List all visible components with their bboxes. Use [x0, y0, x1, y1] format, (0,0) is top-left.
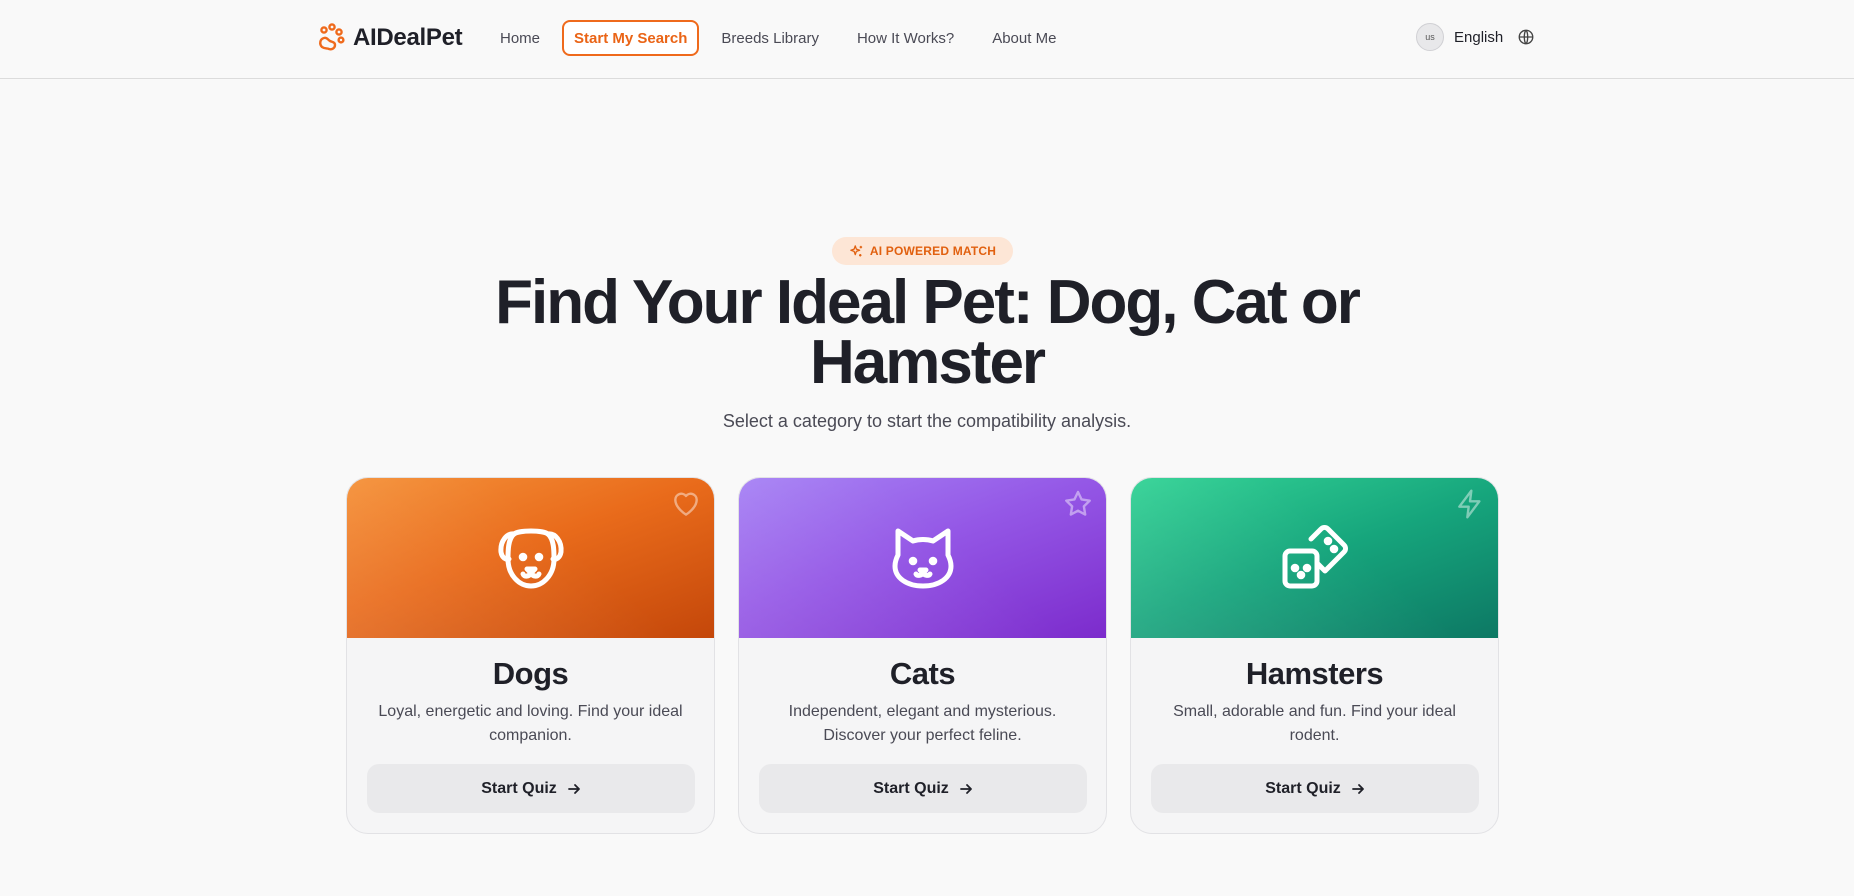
cat-face-icon: [892, 528, 953, 589]
start-quiz-hamsters-button[interactable]: Start Quiz: [1151, 764, 1479, 813]
button-label: Start Quiz: [873, 779, 949, 797]
logo-text: AIDealPet: [353, 24, 463, 51]
sparkles-icon: [850, 244, 862, 256]
main-nav: Home Start My Search Breeds Library How …: [484, 20, 1072, 56]
button-label: Start Quiz: [1265, 779, 1341, 797]
nav-about-me[interactable]: About Me: [976, 20, 1072, 56]
start-quiz-dogs-button[interactable]: Start Quiz: [367, 764, 695, 813]
top-navigation-bar: AIDealPet Home Start My Search Breeds Li…: [0, 0, 1854, 79]
dice-icon: [1282, 525, 1348, 589]
dog-face-icon: [497, 528, 564, 589]
category-card-dogs: Dogs Loyal, energetic and loving. Find y…: [346, 477, 715, 834]
nav-breeds-library[interactable]: Breeds Library: [705, 20, 835, 56]
arrow-right-icon: [1351, 783, 1364, 794]
category-card-cats: Cats Independent, elegant and mysterious…: [738, 477, 1107, 834]
button-label: Start Quiz: [481, 779, 557, 797]
page-subtitle: Select a category to start the compatibi…: [722, 411, 1132, 431]
card-banner: [347, 478, 714, 638]
nav-home[interactable]: Home: [484, 20, 556, 56]
arrow-right-icon: [959, 783, 972, 794]
start-quiz-cats-button[interactable]: Start Quiz: [759, 764, 1087, 813]
card-banner: [739, 478, 1106, 638]
nav-start-my-search[interactable]: Start My Search: [562, 20, 700, 56]
arrow-right-icon: [567, 783, 580, 794]
card-title: Cats: [889, 656, 956, 691]
card-description: Independent, elegant and mysterious. Dis…: [788, 703, 1057, 744]
lightning-icon: [1458, 489, 1481, 519]
language-label: English: [1454, 28, 1504, 46]
category-card-hamsters: Hamsters Small, adorable and fun. Find y…: [1130, 477, 1499, 834]
language-selector[interactable]: us English: [1416, 23, 1535, 51]
card-description: Loyal, energetic and loving. Find your i…: [378, 703, 683, 744]
card-banner: [1131, 478, 1498, 638]
site-logo[interactable]: AIDealPet: [315, 22, 463, 54]
card-title: Dogs: [492, 656, 569, 691]
heart-icon: [674, 492, 698, 516]
globe-icon: [1518, 29, 1534, 45]
star-icon: [1065, 490, 1091, 516]
us-flag-icon: us: [1416, 23, 1444, 51]
nav-how-it-works[interactable]: How It Works?: [841, 20, 970, 56]
badge-label: AI POWERED MATCH: [869, 244, 997, 258]
card-title: Hamsters: [1245, 656, 1384, 691]
paw-logo-icon: [319, 23, 345, 51]
ai-powered-badge: AI POWERED MATCH: [832, 237, 1013, 265]
card-description: Small, adorable and fun. Find your ideal…: [1173, 703, 1456, 744]
page-title: Find Your Ideal Pet: Dog, Cat or Hamster: [495, 268, 1361, 397]
